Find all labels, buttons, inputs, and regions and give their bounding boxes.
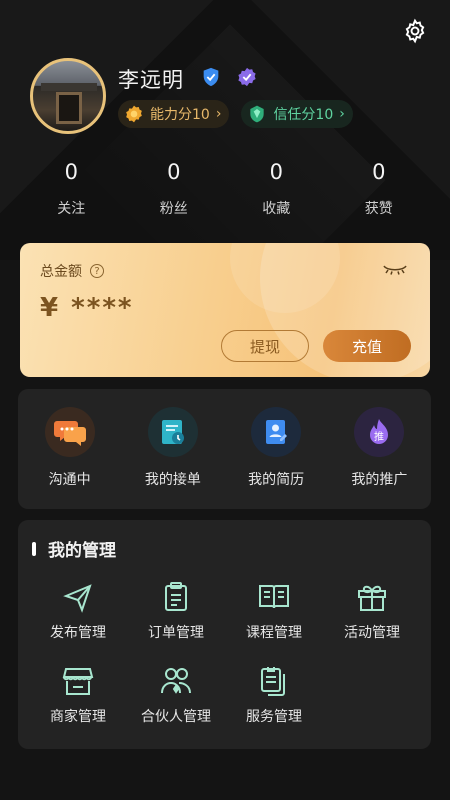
stats-row: 0 关注 0 粉丝 0 收藏 0 获赞 (20, 160, 430, 218)
manage-publish[interactable]: 发布管理 (30, 580, 126, 642)
wallet-amount: ¥ **** (40, 293, 134, 323)
manage-services[interactable]: 服务管理 (226, 664, 322, 726)
manage-partners[interactable]: 合伙人管理 (128, 664, 224, 726)
stat-value: 0 (372, 160, 386, 184)
avatar[interactable] (30, 58, 106, 134)
settings-button[interactable] (400, 16, 430, 46)
quick-action-label: 我的简历 (248, 472, 305, 488)
quick-action-my-resume[interactable]: 我的简历 (225, 389, 328, 509)
certified-badge-icon (238, 67, 256, 87)
resume-icon (266, 420, 288, 444)
avatar-roof (41, 83, 97, 91)
eye-closed-icon[interactable] (382, 263, 408, 277)
quick-action-label: 我的接单 (144, 472, 201, 488)
quick-action-label: 我的推广 (351, 472, 408, 488)
gear-icon (405, 18, 425, 44)
profile-header: 李远明 能力分10 › 信任分10 › (30, 58, 430, 138)
wallet-card: 总金额 ? ¥ **** 提现 充值 (20, 243, 430, 377)
manage-orders[interactable]: 订单管理 (128, 580, 224, 642)
shield-gem-icon (250, 105, 265, 123)
manage-courses[interactable]: 课程管理 (226, 580, 322, 642)
recharge-button[interactable]: 充值 (323, 330, 411, 362)
quick-action-my-orders[interactable]: 我的接单 (121, 389, 224, 509)
ability-score-label: 能力分10 (150, 107, 210, 123)
manage-merchants[interactable]: 商家管理 (30, 664, 126, 726)
verified-shield-icon (203, 67, 219, 87)
user-name: 李远明 (118, 68, 184, 92)
service-docs-icon (261, 667, 285, 696)
manage-item-label: 课程管理 (246, 625, 302, 641)
trust-score-label: 信任分10 (273, 107, 334, 123)
stat-label: 关注 (57, 201, 86, 217)
chat-icon-wrap (44, 407, 95, 457)
quick-action-chatting[interactable]: 沟通中 (18, 389, 121, 509)
chat-icon (53, 421, 86, 446)
medal-icon (126, 105, 142, 123)
stat-value: 0 (167, 160, 181, 184)
manage-item-label: 发布管理 (50, 625, 106, 641)
send-icon (63, 584, 92, 613)
stat-followers[interactable]: 0 粉丝 (123, 160, 226, 218)
manage-item-label: 合伙人管理 (141, 709, 211, 725)
management-title-label: 我的管理 (48, 541, 116, 561)
clipboard-icon (165, 582, 187, 611)
avatar-door (59, 95, 79, 121)
quick-actions-card: 沟通中 我的接单 我的简历 推 我的推广 (18, 389, 431, 509)
stat-favorites[interactable]: 0 收藏 (225, 160, 328, 218)
chevron-right-icon: › (339, 106, 345, 122)
stat-value: 0 (64, 160, 78, 184)
orders-icon-wrap (147, 407, 198, 457)
trust-score-chip[interactable]: 信任分10 › (241, 100, 353, 128)
title-bar (32, 541, 36, 556)
help-icon[interactable]: ? (90, 264, 104, 278)
stat-label: 粉丝 (159, 201, 188, 217)
orders-received-icon (161, 420, 184, 444)
stat-likes[interactable]: 0 获赞 (328, 160, 431, 218)
promotion-icon-wrap: 推 (354, 407, 405, 457)
manage-item-label: 活动管理 (344, 625, 400, 641)
quick-action-label: 沟通中 (48, 472, 91, 488)
resume-icon-wrap (251, 407, 302, 457)
wallet-title: 总金额 ? (40, 261, 104, 281)
stat-label: 收藏 (262, 201, 291, 217)
store-icon (62, 668, 94, 695)
manage-item-label: 服务管理 (246, 709, 302, 725)
ability-score-chip[interactable]: 能力分10 › (118, 100, 230, 128)
manage-item-label: 订单管理 (148, 625, 204, 641)
promotion-badge-text: 推 (374, 430, 384, 443)
withdraw-button[interactable]: 提现 (221, 330, 309, 362)
manage-item-label: 商家管理 (50, 709, 106, 725)
stat-value: 0 (269, 160, 283, 184)
manage-activities[interactable]: 活动管理 (324, 580, 420, 642)
gift-icon (358, 585, 386, 611)
stat-label: 获赞 (364, 201, 393, 217)
promotion-icon: 推 (370, 419, 389, 444)
partners-icon (161, 668, 191, 694)
stat-following[interactable]: 0 关注 (20, 160, 123, 218)
book-icon (259, 585, 289, 609)
management-card: 我的管理 发布管理 订单管理 课程管理 活动管理 商家管理 合伙人管理 服务管理 (18, 520, 431, 749)
quick-action-my-promotion[interactable]: 推 我的推广 (328, 389, 431, 509)
management-title: 我的管理 (32, 536, 116, 561)
chevron-right-icon: › (215, 106, 222, 122)
score-chips: 能力分10 › 信任分10 › (118, 100, 353, 128)
wallet-title-label: 总金额 (40, 264, 82, 280)
